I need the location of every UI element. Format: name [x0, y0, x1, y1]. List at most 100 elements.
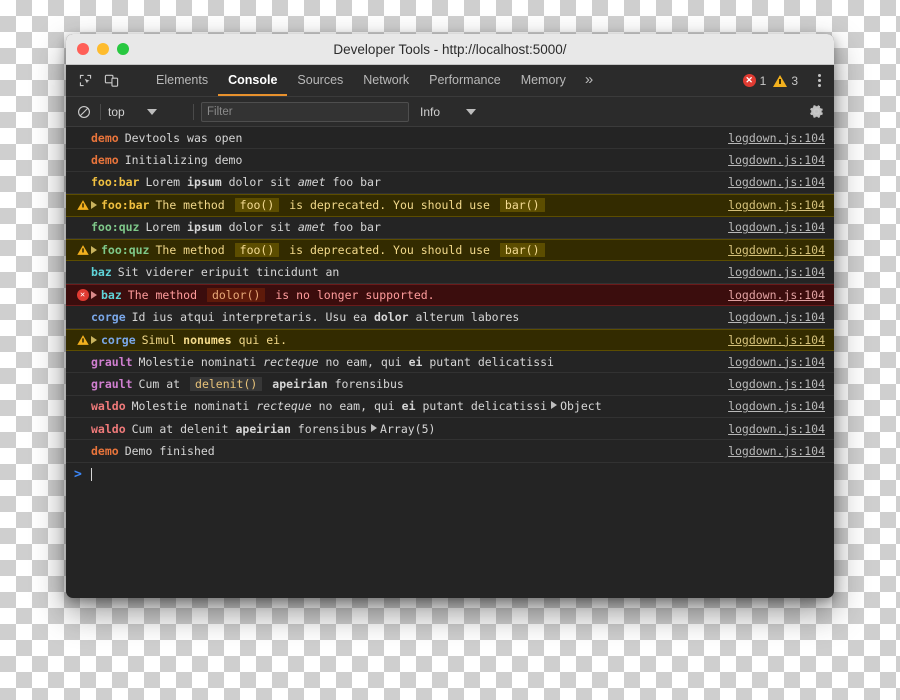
- console-row[interactable]: demo Initializing demo logdown.js:104: [66, 149, 834, 172]
- message-text: The method foo() is deprecated. You shou…: [155, 243, 547, 258]
- message-prefix: baz: [91, 265, 112, 280]
- tab-performance[interactable]: Performance: [419, 65, 511, 96]
- message-text: The method dolor() is no longer supporte…: [127, 287, 435, 302]
- console-prompt[interactable]: >: [66, 463, 834, 487]
- object-preview[interactable]: Array(5): [371, 422, 435, 436]
- console-row[interactable]: grault Cum at delenit() apeirian forensib…: [66, 373, 834, 396]
- console-row[interactable]: foo:quz Lorem ipsum dolor sit amet foo ba…: [66, 217, 834, 239]
- message-prefix: foo:bar: [101, 198, 150, 213]
- console-row[interactable]: waldo Cum at delenit apeirian forensibus A…: [66, 418, 834, 441]
- device-toolbar-icon[interactable]: [101, 71, 121, 91]
- devtools-tabbar: Elements Console Sources Network Perform…: [66, 65, 834, 97]
- console-message: corge Simul nonumes qui ei.: [91, 333, 718, 347]
- warning-count-label: 3: [791, 73, 798, 88]
- tab-network[interactable]: Network: [353, 65, 419, 96]
- window-title: Developer Tools - http://localhost:5000/: [333, 41, 567, 57]
- source-link[interactable]: logdown.js:104: [728, 288, 825, 302]
- warning-count-badge[interactable]: 3: [771, 74, 800, 88]
- object-preview[interactable]: Object: [551, 399, 602, 413]
- source-link[interactable]: logdown.js:104: [728, 399, 825, 413]
- console-message: foo:quz The method foo() is deprecated. Y…: [91, 243, 718, 258]
- message-text: Cum at delenit apeirian forensibus: [131, 421, 368, 436]
- console-row[interactable]: waldo Molestie nominati recteque no eam, …: [66, 396, 834, 419]
- source-link[interactable]: logdown.js:104: [728, 153, 825, 167]
- message-prefix: foo:quz: [91, 220, 140, 235]
- window-controls: [66, 43, 129, 55]
- message-prefix: waldo: [91, 399, 126, 414]
- console-row[interactable]: foo:quz The method foo() is deprecated. Y…: [66, 238, 834, 262]
- console-filterbar: top Info: [66, 97, 834, 127]
- expand-arrow-icon[interactable]: [91, 335, 97, 344]
- console-row[interactable]: demo Devtools was open logdown.js:104: [66, 127, 834, 150]
- prompt-caret: [90, 468, 92, 482]
- source-link[interactable]: logdown.js:104: [728, 310, 825, 324]
- devtools-window: Developer Tools - http://localhost:5000/…: [66, 34, 834, 598]
- message-text: Lorem ipsum dolor sit amet foo bar: [145, 220, 381, 235]
- inline-code: bar(): [499, 243, 545, 258]
- log-level-selector[interactable]: Info: [420, 105, 477, 119]
- prompt-chevron-icon: >: [74, 467, 82, 483]
- console-output[interactable]: demo Devtools was open logdown.js:104 demo I…: [66, 127, 834, 568]
- console-row[interactable]: foo:bar Lorem ipsum dolor sit amet foo ba…: [66, 172, 834, 195]
- filterbar-divider-1: [100, 103, 101, 120]
- zoom-button[interactable]: [117, 43, 129, 55]
- minimize-button[interactable]: [97, 43, 109, 55]
- source-link[interactable]: logdown.js:104: [728, 131, 825, 145]
- expand-arrow-icon[interactable]: [371, 423, 378, 432]
- message-prefix: corge: [101, 332, 136, 347]
- tab-elements[interactable]: Elements: [146, 65, 218, 96]
- console-row[interactable]: corge Id ius atqui interpretaris. Usu ea …: [66, 306, 834, 329]
- kebab-menu-icon[interactable]: [811, 74, 828, 87]
- console-message: grault Cum at delenit() apeirian forensib…: [91, 376, 718, 391]
- source-link[interactable]: logdown.js:104: [728, 243, 825, 257]
- inline-code: foo(): [234, 243, 280, 258]
- context-selector[interactable]: top: [108, 105, 186, 119]
- tab-memory[interactable]: Memory: [511, 65, 576, 96]
- console-row[interactable]: corge Simul nonumes qui ei. logdown.js:104: [66, 328, 834, 351]
- expand-arrow-icon[interactable]: [91, 290, 97, 299]
- source-link[interactable]: logdown.js:104: [728, 355, 825, 369]
- console-message: grault Molestie nominati recteque no eam,…: [91, 355, 718, 369]
- gear-icon[interactable]: [808, 103, 826, 121]
- message-text: Simul nonumes qui ei.: [141, 332, 288, 347]
- filter-input[interactable]: [201, 101, 409, 122]
- console-message: corge Id ius atqui interpretaris. Usu ea …: [91, 310, 718, 324]
- tab-sources[interactable]: Sources: [287, 65, 353, 96]
- source-link[interactable]: logdown.js:104: [728, 333, 825, 347]
- warning-icon: [74, 244, 91, 256]
- expand-arrow-icon[interactable]: [91, 246, 97, 255]
- console-message: foo:quz Lorem ipsum dolor sit amet foo ba…: [91, 220, 718, 234]
- inline-code: dolor(): [206, 287, 266, 302]
- devtools-status-area: ✕ 1 3: [741, 65, 834, 96]
- expand-arrow-icon[interactable]: [551, 401, 558, 410]
- chevron-down-icon: [466, 108, 477, 115]
- message-text: Devtools was open: [124, 130, 243, 145]
- source-link[interactable]: logdown.js:104: [728, 175, 825, 189]
- message-prefix: corge: [91, 309, 126, 324]
- more-tabs-button[interactable]: »: [576, 65, 602, 96]
- console-row[interactable]: foo:bar The method foo() is deprecated. Y…: [66, 194, 834, 217]
- source-link[interactable]: logdown.js:104: [728, 422, 825, 436]
- console-message: waldo Cum at delenit apeirian forensibus A…: [91, 422, 718, 436]
- console-row[interactable]: ✕ baz The method dolor() is no longer supp…: [66, 283, 834, 307]
- console-row[interactable]: demo Demo finished logdown.js:104: [66, 440, 834, 463]
- source-link[interactable]: logdown.js:104: [728, 265, 825, 279]
- expand-arrow-icon[interactable]: [91, 201, 97, 210]
- chevron-down-icon: [146, 108, 157, 115]
- window-titlebar: Developer Tools - http://localhost:5000/: [66, 34, 834, 65]
- error-count-badge[interactable]: ✕ 1: [741, 74, 769, 88]
- console-row[interactable]: baz Sit viderer eripuit tincidunt an logdo…: [66, 261, 834, 284]
- console-message: demo Demo finished: [91, 444, 718, 458]
- source-link[interactable]: logdown.js:104: [728, 220, 825, 234]
- inspect-element-icon[interactable]: [75, 71, 95, 91]
- source-link[interactable]: logdown.js:104: [728, 198, 825, 212]
- tab-console[interactable]: Console: [218, 65, 288, 96]
- close-button[interactable]: [77, 43, 89, 55]
- object-preview-label: Object: [560, 399, 602, 414]
- console-row[interactable]: grault Molestie nominati recteque no eam,…: [66, 351, 834, 374]
- source-link[interactable]: logdown.js:104: [728, 377, 825, 391]
- warning-icon: [74, 199, 91, 211]
- message-text: Demo finished: [124, 444, 215, 459]
- clear-console-icon[interactable]: [74, 102, 93, 121]
- source-link[interactable]: logdown.js:104: [728, 444, 825, 458]
